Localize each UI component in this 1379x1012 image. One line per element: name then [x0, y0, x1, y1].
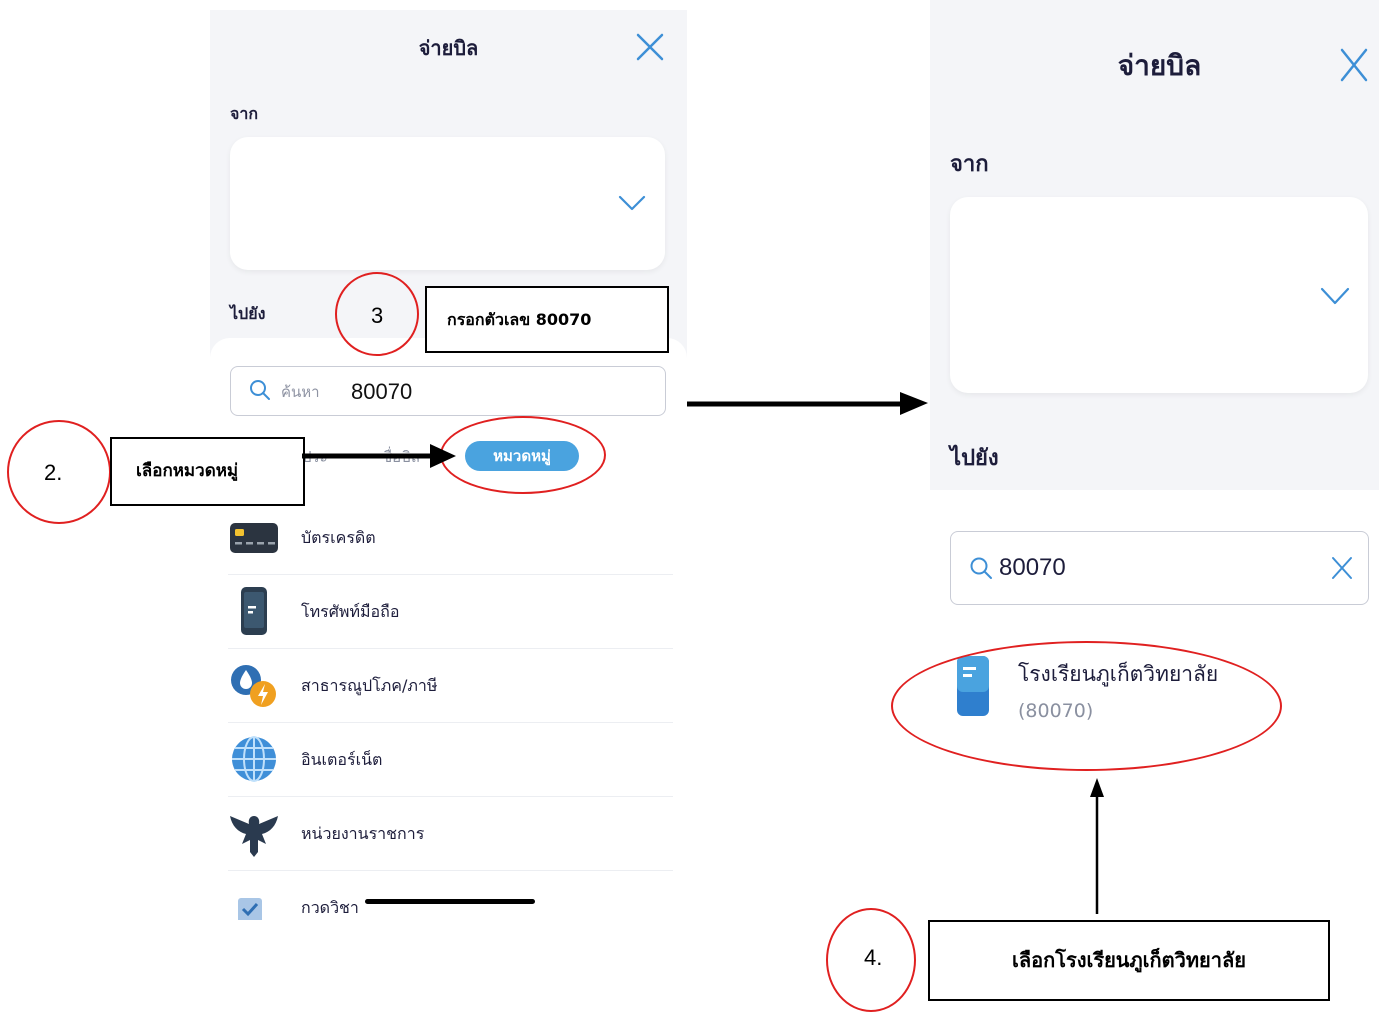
from-label: จาก [950, 152, 989, 177]
list-item[interactable]: บัตรเครดิต [228, 500, 673, 575]
tab-first[interactable]: ประ [302, 445, 328, 469]
arrow-step4 [1090, 778, 1104, 914]
from-account-dropdown[interactable] [950, 197, 1368, 393]
search-icon [970, 557, 992, 579]
list-item[interactable]: อินเตอร์เน็ต [228, 722, 673, 797]
chevron-down-icon[interactable] [618, 194, 646, 212]
list-item[interactable]: โทรศัพท์มือถือ [228, 574, 673, 649]
step3-number: 3 [371, 303, 384, 328]
list-item[interactable]: กวดวิชา [228, 870, 673, 920]
step2-number: 2. [44, 460, 63, 485]
tab-bill-name[interactable]: ชื่อบิล [382, 445, 420, 469]
checklist-icon [238, 898, 262, 920]
utilities-icon [231, 665, 276, 707]
search-input[interactable]: ค้นหา 80070 [230, 366, 666, 416]
list-item[interactable]: สาธารณูปโภค/ภาษี [228, 648, 673, 723]
from-account-dropdown[interactable] [230, 137, 665, 270]
to-label: ไปยัง [230, 304, 266, 323]
globe-icon [232, 736, 276, 782]
search-icon [250, 380, 270, 400]
step3-label: กรอกตัวเลข 80070 [425, 286, 669, 353]
page-title: จ่ายบิล [1117, 49, 1202, 82]
category-label: กวดวิชา [301, 898, 359, 917]
category-label: โทรศัพท์มือถือ [301, 602, 400, 621]
chevron-down-icon[interactable] [1320, 286, 1350, 306]
from-label: จาก [230, 104, 259, 123]
category-label: หน่วยงานราชการ [301, 824, 425, 843]
step4-label: เลือกโรงเรียนภูเก็ตวิทยาลัย [928, 920, 1330, 1001]
search-placeholder: ค้นหา [281, 383, 320, 401]
home-indicator [365, 899, 535, 904]
category-label: บัตรเครดิต [301, 528, 376, 547]
close-icon[interactable] [635, 32, 665, 62]
credit-card-icon [230, 523, 278, 553]
to-label: ไปยัง [950, 446, 999, 471]
search-input[interactable]: 80070 [950, 531, 1369, 605]
category-highlight [440, 416, 606, 494]
category-label: สาธารณูปโภค/ภาษี [301, 676, 438, 695]
result-highlight [891, 641, 1282, 771]
arrow-to-right-screen [687, 392, 928, 415]
step2-label: เลือกหมวดหมู่ [110, 437, 305, 506]
page-title: จ่ายบิล [418, 36, 479, 60]
mobile-phone-icon [241, 587, 267, 635]
garuda-icon [230, 816, 278, 857]
search-value: 80070 [999, 554, 1066, 581]
list-item[interactable]: หน่วยงานราชการ [228, 796, 673, 871]
step4-number: 4. [864, 945, 883, 970]
search-value: 80070 [351, 379, 413, 404]
clear-icon[interactable] [1331, 556, 1353, 580]
category-label: อินเตอร์เน็ต [301, 750, 383, 769]
close-icon[interactable] [1340, 48, 1368, 82]
